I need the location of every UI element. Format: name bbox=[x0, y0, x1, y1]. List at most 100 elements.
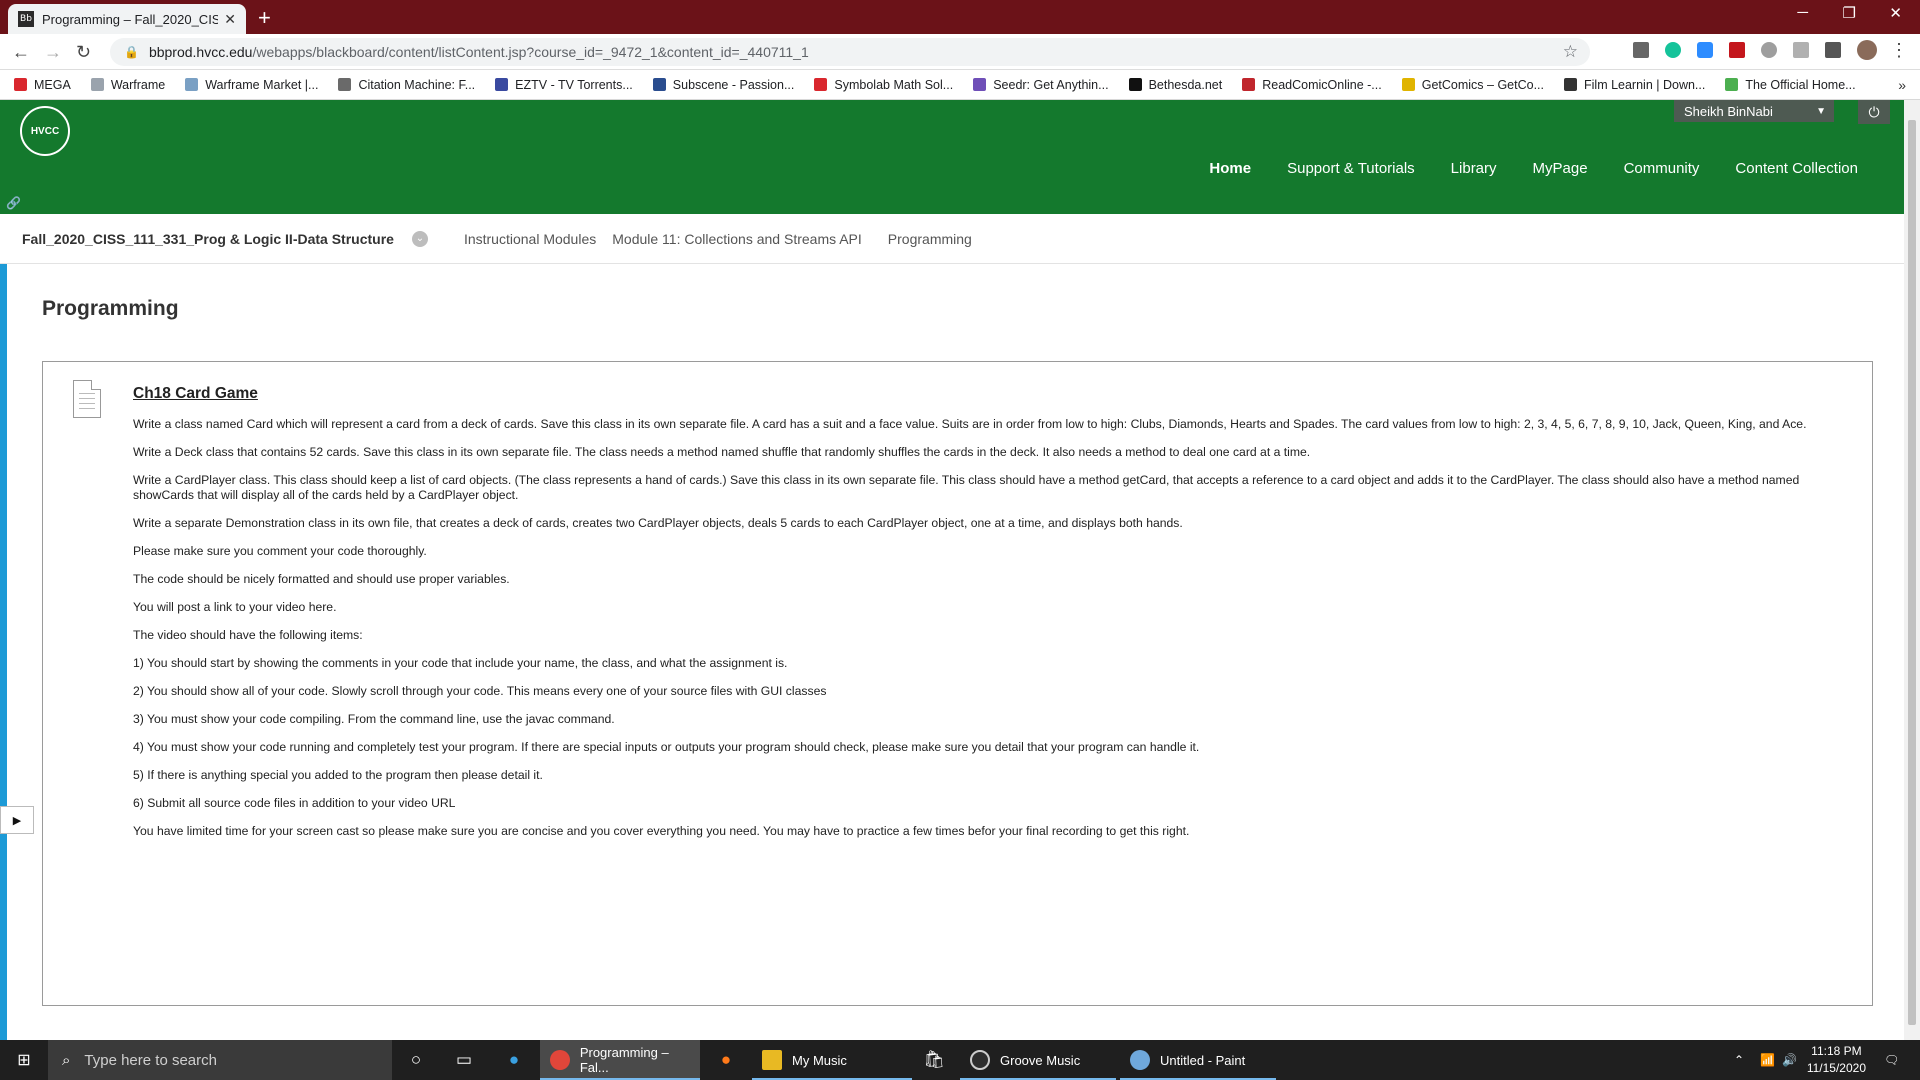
taskbar-clock[interactable]: 11:18 PM 11/15/2020 bbox=[1807, 1043, 1866, 1077]
firefox-icon[interactable]: ● bbox=[712, 1040, 740, 1080]
bb-header: HVCC Sheikh BinNabi ▼ ⏻ Home Support & T… bbox=[0, 100, 1904, 214]
browser-tab[interactable]: Bb Programming – Fall_2020_CISS_1 ✕ bbox=[8, 4, 246, 34]
breadcrumb-module-11[interactable]: Module 11: Collections and Streams API bbox=[612, 231, 862, 247]
address-bar-row: ← → ↻ 🔒 bbprod.hvcc.edu/webapps/blackboa… bbox=[0, 34, 1920, 70]
item-description: Write a class named Card which will repr… bbox=[133, 417, 1853, 852]
description-paragraph: Please make sure you comment your code t… bbox=[133, 544, 427, 558]
bookmark-item[interactable]: Symbolab Math Sol... bbox=[814, 78, 953, 92]
cortana-icon[interactable]: ○ bbox=[402, 1040, 430, 1080]
item-title-link[interactable]: Ch18 Card Game bbox=[133, 385, 258, 403]
folder-icon bbox=[762, 1050, 782, 1070]
bookmark-item[interactable]: The Official Home... bbox=[1725, 78, 1856, 92]
grammarly-icon[interactable] bbox=[1665, 42, 1681, 58]
nav-support-tutorials[interactable]: Support & Tutorials bbox=[1287, 160, 1415, 177]
bookmark-item[interactable]: Citation Machine: F... bbox=[338, 78, 475, 92]
notifications-icon[interactable]: 🗨 bbox=[1884, 1040, 1899, 1080]
minimize-icon[interactable]: ─ bbox=[1797, 4, 1808, 21]
store-icon[interactable]: 🛍 bbox=[920, 1040, 948, 1080]
bookmark-label: MEGA bbox=[34, 77, 71, 92]
reload-icon[interactable]: ↻ bbox=[76, 42, 91, 63]
bookmark-label: Symbolab Math Sol... bbox=[834, 77, 954, 92]
close-window-icon[interactable]: ✕ bbox=[1889, 4, 1902, 22]
content-item: Ch18 Card Game Write a class named Card … bbox=[42, 361, 1873, 1006]
media-icon[interactable] bbox=[1793, 42, 1809, 58]
taskbar-app-chrome[interactable]: Programming – Fal... bbox=[540, 1040, 700, 1080]
description-paragraph: 4) You must show your code running and c… bbox=[133, 740, 1200, 754]
taskbar-search[interactable]: ⌕ Type here to search bbox=[48, 1040, 392, 1080]
bookmark-favicon-icon bbox=[185, 78, 199, 91]
restore-icon[interactable]: ❐ bbox=[1843, 4, 1856, 22]
taskbar-app-label: My Music bbox=[792, 1052, 847, 1068]
link-icon[interactable]: 🔗 bbox=[6, 196, 21, 210]
description-paragraph: 1) You should start by showing the comme… bbox=[133, 656, 788, 670]
bookmark-favicon-icon bbox=[1564, 78, 1577, 91]
breadcrumb-instructional-modules[interactable]: Instructional Modules bbox=[464, 231, 596, 247]
profile-avatar[interactable] bbox=[1857, 40, 1877, 60]
bookmark-item[interactable]: MEGA bbox=[14, 78, 71, 92]
blackboard-favicon-icon: Bb bbox=[18, 11, 34, 27]
breadcrumb-programming: Programming bbox=[887, 230, 972, 247]
page-title: Programming bbox=[42, 297, 179, 320]
description-paragraph: Write a separate Demonstration class in … bbox=[133, 516, 1183, 530]
nav-mypage[interactable]: MyPage bbox=[1533, 160, 1588, 177]
nav-library[interactable]: Library bbox=[1451, 160, 1497, 177]
bookmark-item[interactable]: ReadComicOnline -... bbox=[1242, 78, 1382, 92]
bookmark-favicon-icon bbox=[1401, 78, 1415, 91]
bookmark-item[interactable]: Warframe bbox=[90, 77, 166, 92]
url-field[interactable]: 🔒 bbprod.hvcc.edu/webapps/blackboard/con… bbox=[110, 38, 1590, 66]
description-paragraph: You will post a link to your video here. bbox=[133, 600, 337, 614]
groove-music-icon bbox=[970, 1050, 990, 1070]
logout-power-icon[interactable]: ⏻ bbox=[1858, 100, 1890, 124]
nav-content-collection[interactable]: Content Collection bbox=[1735, 160, 1858, 177]
new-tab-icon[interactable]: + bbox=[258, 5, 271, 31]
bookmark-item[interactable]: Subscene - Passion... bbox=[652, 78, 794, 92]
course-title[interactable]: Fall_2020_CISS_111_331_Prog & Logic II-D… bbox=[22, 231, 394, 247]
close-tab-icon[interactable]: ✕ bbox=[224, 11, 236, 28]
bookmark-item[interactable]: Film Learnin | Down... bbox=[1564, 78, 1705, 92]
bookmark-item[interactable]: Seedr: Get Anythin... bbox=[973, 78, 1109, 92]
search-placeholder: Type here to search bbox=[84, 1051, 217, 1069]
bookmark-item[interactable]: GetComics – GetCo... bbox=[1401, 77, 1544, 92]
bookmark-star-icon[interactable]: ☆ bbox=[1563, 42, 1578, 62]
more-bookmarks-icon[interactable]: » bbox=[1898, 77, 1906, 93]
nav-community[interactable]: Community bbox=[1624, 160, 1700, 177]
forward-icon[interactable]: → bbox=[44, 42, 62, 63]
puzzle-icon[interactable] bbox=[1825, 42, 1841, 58]
course-menu-chevron-icon[interactable]: ⌄ bbox=[411, 230, 428, 247]
vpn-icon[interactable] bbox=[1761, 42, 1777, 58]
nav-home[interactable]: Home bbox=[1209, 160, 1251, 177]
clock-time: 11:18 PM bbox=[1811, 1044, 1862, 1058]
bookmark-item[interactable]: Warframe Market |... bbox=[185, 78, 318, 92]
taskbar-app-groove-music[interactable]: Groove Music bbox=[960, 1040, 1116, 1080]
taskbar-app-my-music[interactable]: My Music bbox=[752, 1040, 912, 1080]
taskbar-app-label: Untitled - Paint bbox=[1160, 1052, 1246, 1068]
pdf-icon[interactable] bbox=[1729, 42, 1745, 58]
extension-icon[interactable] bbox=[1633, 42, 1649, 58]
chrome-icon bbox=[550, 1050, 570, 1070]
college-logo[interactable]: HVCC bbox=[20, 106, 70, 156]
chrome-menu-icon[interactable]: ⋮ bbox=[1890, 40, 1908, 61]
volume-icon[interactable]: 🔊 bbox=[1782, 1040, 1797, 1080]
bookmark-label: GetComics – GetCo... bbox=[1421, 77, 1544, 92]
bookmarks-bar: MEGA Warframe Warframe Market |... Citation… bbox=[0, 70, 1920, 100]
back-icon[interactable]: ← bbox=[12, 42, 30, 63]
bookmark-item[interactable]: Bethesda.net bbox=[1128, 78, 1222, 92]
network-icon[interactable]: 📶 bbox=[1760, 1040, 1775, 1080]
tray-chevron-icon[interactable]: ⌃ bbox=[1734, 1040, 1744, 1080]
url-path: /webapps/blackboard/content/listContent.… bbox=[252, 44, 809, 60]
description-paragraph: 3) You must show your code compiling. Fr… bbox=[133, 712, 615, 726]
windows-start-icon[interactable]: ⊞ bbox=[0, 1040, 48, 1080]
expand-course-menu-icon[interactable]: ▶ bbox=[0, 806, 34, 834]
edge-icon[interactable]: ● bbox=[500, 1040, 528, 1080]
task-view-icon[interactable]: ▭ bbox=[450, 1040, 478, 1080]
bookmark-favicon-icon bbox=[1128, 78, 1142, 91]
bookmark-label: Warframe Market |... bbox=[205, 77, 319, 92]
bookmark-item[interactable]: EZTV - TV Torrents... bbox=[495, 78, 633, 92]
taskbar-app-paint[interactable]: Untitled - Paint bbox=[1120, 1040, 1276, 1080]
bookmark-favicon-icon bbox=[1242, 78, 1256, 91]
zoom-icon[interactable] bbox=[1697, 42, 1713, 58]
user-menu[interactable]: Sheikh BinNabi ▼ bbox=[1674, 100, 1834, 122]
bookmark-label: ReadComicOnline -... bbox=[1262, 77, 1382, 92]
bookmark-label: Warframe bbox=[110, 77, 166, 92]
page-scrollbar[interactable] bbox=[1904, 100, 1920, 1040]
